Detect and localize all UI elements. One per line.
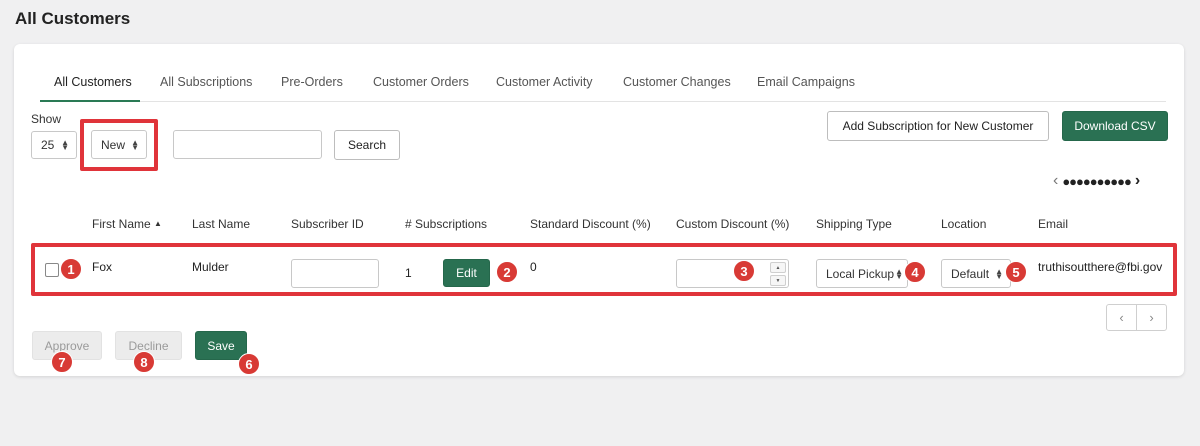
callout-badge-1: 1 [60, 258, 82, 280]
tab-all-customers[interactable]: All Customers [54, 75, 132, 89]
active-tab-indicator [40, 100, 140, 102]
dot-pager: ‹ ●●●●●●●●●● › [1053, 172, 1140, 190]
show-label: Show [31, 112, 62, 126]
edit-subscriptions-button[interactable]: Edit [443, 259, 490, 287]
header-shipping-type[interactable]: Shipping Type [816, 217, 892, 231]
header-first-name[interactable]: First Name ▲ [92, 217, 162, 231]
tab-pre-orders[interactable]: Pre-Orders [281, 75, 343, 89]
subscriber-id-input[interactable] [291, 259, 379, 288]
pager-dots[interactable]: ●●●●●●●●●● [1062, 174, 1132, 189]
header-subscriber-id[interactable]: Subscriber ID [291, 217, 364, 231]
cell-email: truthisoutthere@fbi.gov [1038, 260, 1163, 274]
chevron-left-icon[interactable]: ‹ [1053, 172, 1058, 190]
cell-last-name: Mulder [192, 260, 229, 274]
tab-bar: All Customers All Subscriptions Pre-Orde… [14, 44, 1184, 102]
tab-customer-changes[interactable]: Customer Changes [623, 75, 731, 89]
tabs-divider [40, 101, 1166, 102]
callout-badge-6: 6 [238, 353, 260, 375]
callout-badge-7: 7 [51, 351, 73, 373]
shipping-type-value: Local Pickup [826, 266, 895, 281]
chevron-right-icon[interactable]: › [1135, 172, 1140, 190]
chevron-left-icon[interactable]: ‹ [1107, 305, 1137, 330]
stepper-up-icon[interactable]: ▲ [770, 262, 786, 273]
download-csv-button[interactable]: Download CSV [1062, 111, 1168, 141]
number-stepper[interactable]: ▲ ▼ [770, 262, 786, 286]
cell-subscriptions-count: 1 [405, 266, 412, 280]
save-button[interactable]: Save [195, 331, 247, 360]
cell-first-name: Fox [92, 260, 113, 274]
header-standard-discount[interactable]: Standard Discount (%) [530, 217, 651, 231]
callout-badge-2: 2 [496, 261, 518, 283]
location-value: Default [951, 266, 990, 281]
callout-badge-3: 3 [733, 260, 755, 282]
header-email[interactable]: Email [1038, 217, 1068, 231]
header-custom-discount[interactable]: Custom Discount (%) [676, 217, 789, 231]
status-filter-value: New [101, 137, 126, 152]
shipping-type-select[interactable]: Local Pickup ▲ ▼ [816, 259, 908, 288]
callout-badge-5: 5 [1005, 261, 1027, 283]
up-down-arrows-icon: ▲ ▼ [131, 137, 139, 152]
header-location[interactable]: Location [941, 217, 986, 231]
add-subscription-button[interactable]: Add Subscription for New Customer [827, 111, 1049, 141]
stepper-down-icon[interactable]: ▼ [770, 275, 786, 286]
tab-all-subscriptions[interactable]: All Subscriptions [160, 75, 252, 89]
tab-customer-orders[interactable]: Customer Orders [373, 75, 469, 89]
page-title: All Customers [15, 9, 131, 28]
cell-standard-discount: 0 [530, 260, 537, 274]
chevron-right-icon[interactable]: › [1137, 305, 1166, 330]
header-first-name-label: First Name [92, 217, 151, 231]
up-down-arrows-icon: ▲ ▼ [61, 138, 69, 152]
callout-badge-4: 4 [904, 261, 926, 283]
callout-badge-8: 8 [133, 351, 155, 373]
header-last-name[interactable]: Last Name [192, 217, 250, 231]
row-select-checkbox[interactable] [45, 263, 59, 277]
customers-card: All Customers All Subscriptions Pre-Orde… [14, 44, 1184, 376]
up-down-arrows-icon: ▲ ▼ [995, 266, 1003, 281]
header-subscriptions[interactable]: # Subscriptions [405, 217, 487, 231]
page-size-select[interactable]: 25 ▲ ▼ [31, 131, 77, 159]
search-input[interactable] [173, 130, 322, 159]
status-filter-select[interactable]: New ▲ ▼ [91, 130, 147, 159]
page-size-value: 25 [41, 138, 55, 152]
search-button[interactable]: Search [334, 130, 400, 160]
tab-email-campaigns[interactable]: Email Campaigns [757, 75, 855, 89]
tab-customer-activity[interactable]: Customer Activity [496, 75, 593, 89]
location-select[interactable]: Default ▲ ▼ [941, 259, 1011, 288]
up-down-arrows-icon: ▲ ▼ [895, 266, 903, 281]
sort-ascending-icon: ▲ [154, 219, 162, 228]
table-pager: ‹ › [1106, 304, 1167, 331]
